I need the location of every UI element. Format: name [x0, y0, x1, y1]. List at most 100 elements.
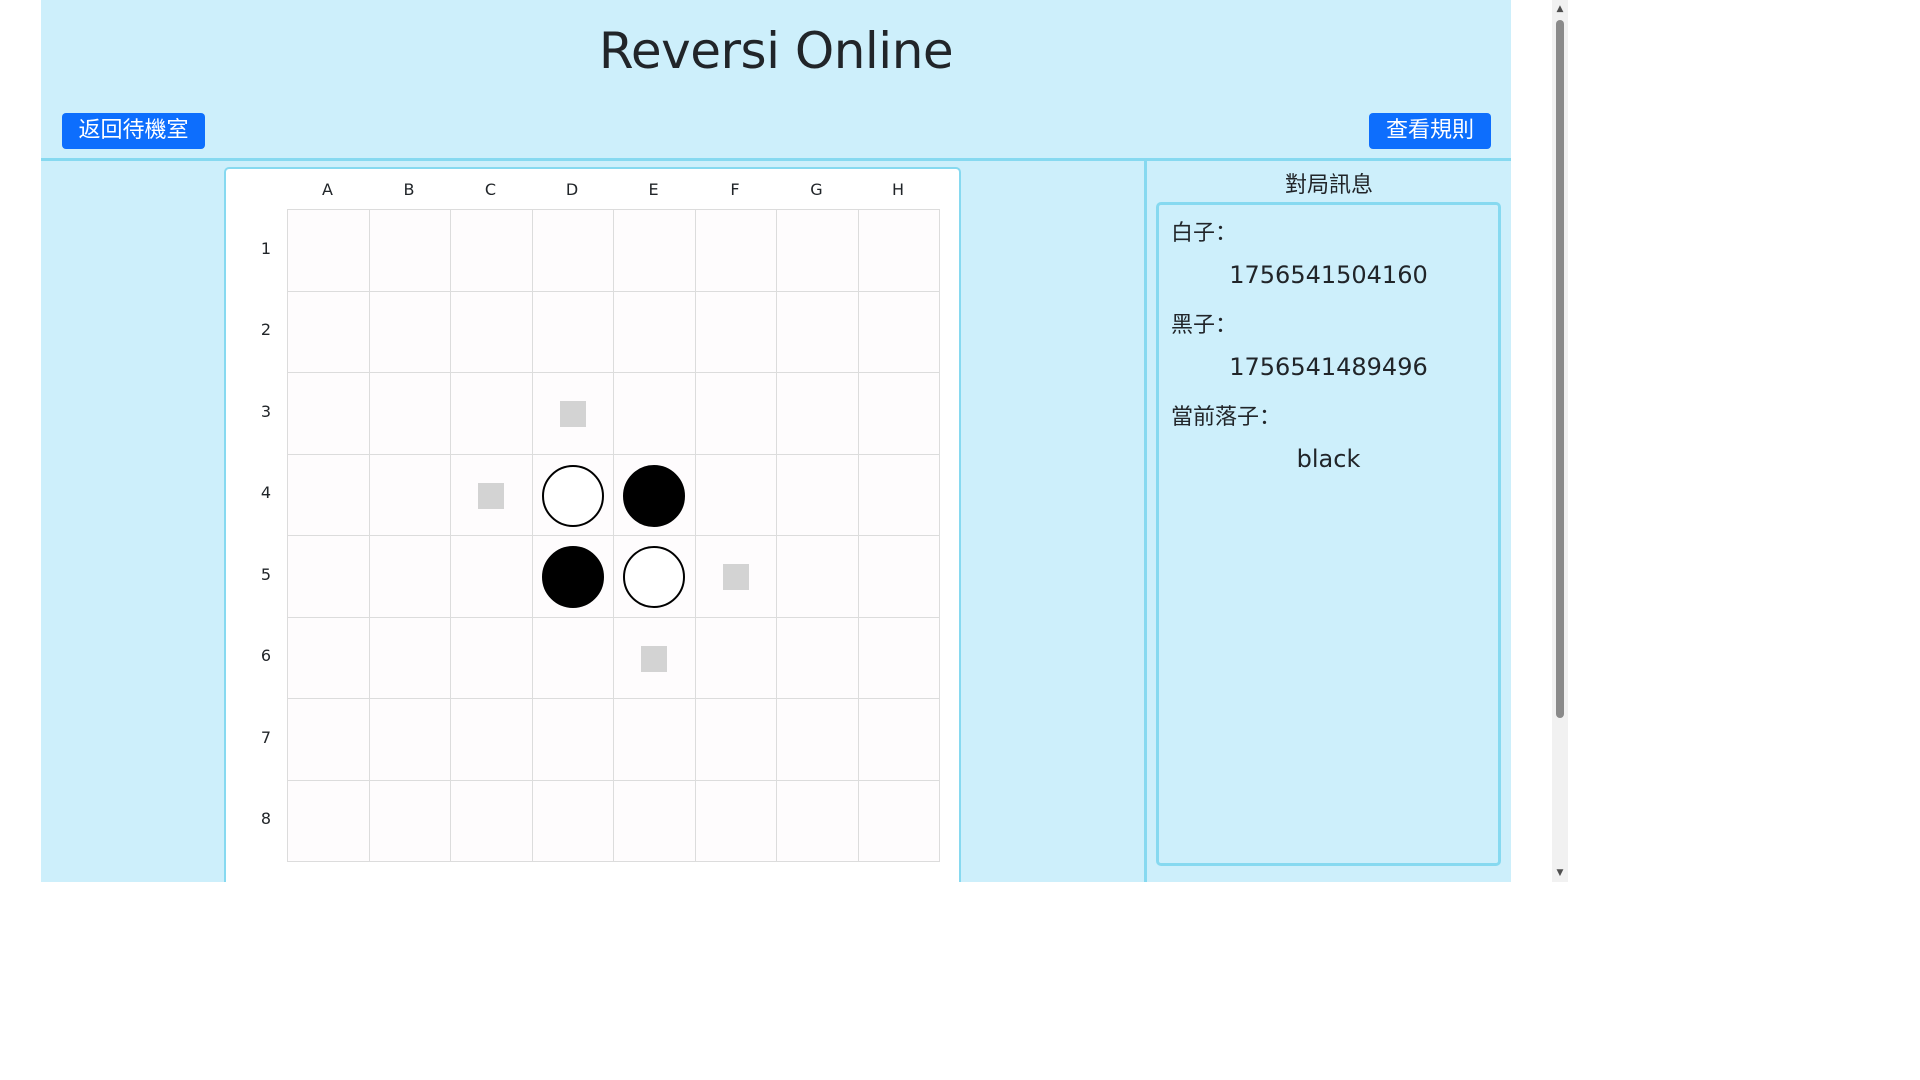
board-cell-b3[interactable] [369, 373, 451, 455]
board-cell-f5[interactable] [695, 536, 777, 618]
board-cell-a7[interactable] [288, 699, 370, 781]
board-cell-e3[interactable] [614, 373, 696, 455]
board-cell-h5[interactable] [858, 536, 940, 618]
board-cell-e1[interactable] [614, 210, 696, 292]
board-cell-g4[interactable] [777, 454, 859, 536]
board-cell-g3[interactable] [777, 373, 859, 455]
row-label: 2 [260, 320, 272, 340]
board-cell-e6[interactable] [614, 617, 696, 699]
board-panel: A B C D E F G H 1 2 3 4 5 6 7 8 [224, 167, 961, 882]
board-cell-c4[interactable] [451, 454, 533, 536]
column-label: C [484, 180, 497, 199]
column-label: A [322, 180, 333, 199]
white-piece [541, 464, 604, 527]
board-cell-b1[interactable] [369, 210, 451, 292]
board-cell-f3[interactable] [695, 373, 777, 455]
board-cell-a4[interactable] [288, 454, 370, 536]
board-cell-c5[interactable] [451, 536, 533, 618]
column-label: F [730, 180, 740, 199]
board-cell-b4[interactable] [369, 454, 451, 536]
row-label: 8 [260, 809, 272, 829]
board-cell-a3[interactable] [288, 373, 370, 455]
board-cell-h3[interactable] [858, 373, 940, 455]
scrollbar-thumb[interactable] [1556, 20, 1564, 718]
view-rules-button[interactable]: 查看規則 [1369, 113, 1491, 149]
scroll-down-arrow-icon[interactable]: ▼ [1552, 866, 1568, 880]
board-cell-a8[interactable] [288, 780, 370, 862]
board-cell-d3[interactable] [532, 373, 614, 455]
board-cell-c6[interactable] [451, 617, 533, 699]
board-cell-g5[interactable] [777, 536, 859, 618]
board-cell-h8[interactable] [859, 781, 941, 863]
game-info-heading: 對局訊息 [1284, 173, 1373, 198]
column-label: H [891, 180, 905, 199]
board-cell-c2[interactable] [451, 291, 533, 373]
board-cell-b6[interactable] [369, 617, 451, 699]
board-cell-a6[interactable] [288, 617, 370, 699]
board-cell-c3[interactable] [451, 373, 533, 455]
header-divider [41, 158, 1511, 161]
board-cell-f1[interactable] [695, 210, 777, 292]
board-cell-e8[interactable] [614, 780, 696, 862]
game-info-panel: 白子： 1756541504160 黑子： 1756541489496 當前落子… [1156, 202, 1501, 866]
board-cell-h4[interactable] [858, 455, 940, 536]
board-cell-a1[interactable] [288, 210, 370, 292]
board-cell-d2[interactable] [532, 291, 614, 373]
board-cell-a5[interactable] [288, 536, 370, 618]
board-cell-d6[interactable] [532, 617, 614, 699]
board-cell-f4[interactable] [695, 454, 777, 536]
board-cell-e5[interactable] [614, 536, 696, 618]
vertical-scrollbar[interactable]: ▲ ▼ [1552, 0, 1568, 882]
row-label: 6 [260, 646, 272, 666]
board-cell-a2[interactable] [288, 291, 370, 373]
board-cell-b7[interactable] [369, 699, 451, 781]
board-cell-h7[interactable] [858, 699, 940, 781]
board-cell-d4[interactable] [532, 454, 614, 536]
row-label: 1 [260, 238, 272, 258]
column-label: B [403, 180, 415, 199]
game-board [287, 209, 940, 862]
row-label: 3 [260, 401, 272, 421]
valid-move-marker[interactable] [478, 482, 504, 509]
board-cell-c7[interactable] [451, 699, 533, 781]
board-cell-g1[interactable] [777, 210, 859, 292]
valid-move-marker[interactable] [641, 645, 667, 672]
board-cell-c8[interactable] [451, 780, 533, 862]
page-title: Reversi Online [598, 22, 954, 80]
board-cell-b8[interactable] [370, 780, 451, 862]
scroll-up-arrow-icon[interactable]: ▲ [1552, 2, 1568, 16]
board-cell-f6[interactable] [695, 617, 777, 699]
current-turn-value: black [1296, 445, 1361, 473]
board-cell-h2[interactable] [858, 292, 940, 373]
current-turn-label: 當前落子： [1171, 405, 1282, 430]
valid-move-marker[interactable] [559, 401, 586, 427]
board-cell-e7[interactable] [614, 699, 696, 781]
board-cell-g6[interactable] [777, 617, 859, 699]
column-label: D [565, 180, 579, 199]
column-label: G [810, 180, 823, 199]
row-label: 5 [260, 564, 272, 584]
board-cell-f2[interactable] [695, 291, 777, 373]
board-cell-b5[interactable] [369, 536, 451, 618]
board-cell-d5[interactable] [532, 536, 614, 618]
white-player-id: 1756541504160 [1229, 261, 1428, 289]
board-cell-e4[interactable] [614, 454, 696, 536]
board-cell-g8[interactable] [777, 780, 859, 862]
board-cell-d7[interactable] [532, 699, 614, 781]
valid-move-marker[interactable] [722, 564, 749, 590]
board-cell-f8[interactable] [696, 780, 777, 862]
board-cell-h1[interactable] [858, 210, 940, 292]
white-piece [623, 546, 685, 608]
board-cell-g2[interactable] [777, 291, 859, 373]
panel-divider [1144, 161, 1147, 882]
black-player-label: 黑子： [1171, 313, 1238, 338]
board-cell-b2[interactable] [369, 291, 451, 373]
back-to-lobby-button[interactable]: 返回待機室 [62, 113, 205, 149]
board-cell-d8[interactable] [533, 780, 614, 862]
board-cell-f7[interactable] [695, 699, 777, 781]
board-cell-h6[interactable] [858, 618, 940, 699]
board-cell-d1[interactable] [532, 210, 614, 292]
board-cell-c1[interactable] [451, 210, 533, 292]
board-cell-e2[interactable] [614, 291, 696, 373]
board-cell-g7[interactable] [777, 699, 859, 781]
